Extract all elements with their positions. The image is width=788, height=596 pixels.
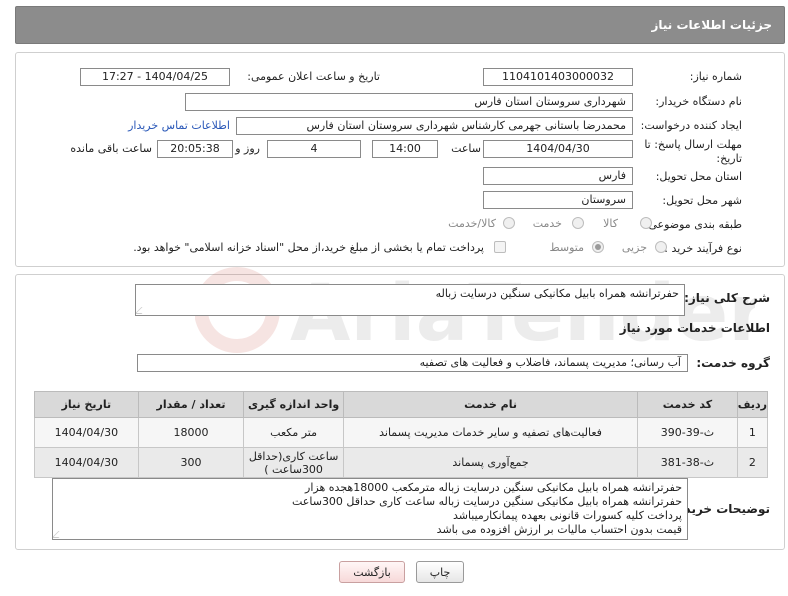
- need-number-field: 1104101403000032: [483, 68, 633, 86]
- city-field: سروستان: [483, 191, 633, 209]
- cell-quantity: 300: [137, 447, 245, 478]
- cell-row-number: 2: [736, 447, 769, 478]
- col-service-name: نام خدمت: [342, 391, 639, 418]
- deadline-label-date: تاریخ:: [716, 152, 742, 165]
- summary-textarea[interactable]: حفرترانشه همراه بابیل مکانیکی سنگین درسا…: [135, 284, 685, 316]
- category-goods-service-radio[interactable]: [503, 217, 515, 229]
- purchase-type-label: نوع فرآیند خرید :: [664, 242, 742, 255]
- category-service-radio[interactable]: [572, 217, 584, 229]
- creator-field: محمدرضا باستانی جهرمی کارشناس شهرداری سر…: [236, 117, 633, 135]
- purchase-minor-radio[interactable]: [655, 241, 667, 253]
- days-field: 4: [267, 140, 361, 158]
- city-label: شهر محل تحویل:: [662, 194, 742, 207]
- summary-label: شرح کلی نیاز:: [684, 291, 770, 305]
- print-button-label: چاپ: [429, 565, 451, 579]
- cell-unit: ساعت کاری(حداقل 300ساعت ): [243, 447, 344, 478]
- buyer-note-line: حفرترانشه همراه بابیل مکانیکی سنگین درسا…: [292, 495, 682, 508]
- print-button[interactable]: چاپ: [416, 561, 464, 583]
- category-service-label: خدمت: [532, 217, 562, 230]
- col-need-date: تاریخ نیاز: [34, 391, 139, 418]
- col-unit: واحد اندازه گیری: [243, 391, 344, 418]
- cell-service-code: ث-38-381: [637, 447, 738, 478]
- province-field: فارس: [483, 167, 633, 185]
- creator-label: ایجاد کننده درخواست:: [640, 119, 742, 132]
- buyer-note-line: قیمت بدون احتساب مالیات بر ارزش افزوده م…: [436, 523, 682, 536]
- buyer-contact-link[interactable]: اطلاعات تماس خریدار: [128, 119, 230, 132]
- page-title: جزئیات اطلاعات نیاز: [651, 18, 772, 32]
- col-service-code: کد خدمت: [637, 391, 738, 418]
- days-label: روز و: [235, 142, 260, 155]
- purchase-medium-radio[interactable]: [592, 241, 604, 253]
- deadline-label: مهلت ارسال پاسخ: تا: [644, 138, 742, 151]
- category-goods-service-label: کالا/خدمت: [448, 217, 496, 230]
- cell-unit: متر مکعب: [243, 417, 344, 448]
- page-header: جزئیات اطلاعات نیاز: [15, 6, 785, 44]
- col-row-number: ردیف: [736, 391, 769, 418]
- table-row: 1 ث-39-390 فعالیت‌های تصفیه و سایر خدمات…: [34, 417, 769, 448]
- services-table: ردیف کد خدمت نام خدمت واحد اندازه گیری ت…: [34, 391, 769, 478]
- buyer-note-line: پرداخت کلیه کسورات قانونی بعهده پیمانکار…: [452, 509, 682, 522]
- deadline-time-field: 14:00: [372, 140, 438, 158]
- cell-need-date: 1404/04/30: [34, 447, 139, 478]
- cell-row-number: 1: [736, 417, 769, 448]
- treasury-checkbox[interactable]: [494, 241, 506, 253]
- deadline-date-field: 1404/04/30: [483, 140, 633, 158]
- remaining-time-field: 20:05:38: [157, 140, 233, 158]
- announce-label: تاریخ و ساعت اعلان عمومی:: [247, 70, 380, 83]
- table-row: 2 ث-38-381 جمع‌آوری پسماند ساعت کاری(حدا…: [34, 447, 769, 478]
- col-quantity: تعداد / مقدار: [137, 391, 245, 418]
- cell-service-code: ث-39-390: [637, 417, 738, 448]
- service-group-label: گروه خدمت:: [696, 356, 770, 370]
- services-title: اطلاعات خدمات مورد نیاز: [619, 321, 770, 335]
- buyer-note-line: حفرترانشه همراه بابیل مکانیکی سنگین درسا…: [305, 481, 682, 494]
- treasury-note: پرداخت تمام یا بخشی از مبلغ خرید،از محل …: [133, 241, 484, 254]
- buyer-org-field: شهرداری سروستان استان فارس: [185, 93, 633, 111]
- buyer-notes-textarea[interactable]: حفرترانشه همراه بابیل مکانیکی سنگین درسا…: [52, 478, 688, 540]
- purchase-minor-label: جزیی: [621, 241, 647, 254]
- buyer-org-label: نام دستگاه خریدار:: [655, 95, 742, 108]
- summary-text: حفرترانشه همراه بابیل مکانیکی سنگین درسا…: [435, 287, 679, 300]
- announce-field: 1404/04/25 - 17:27: [80, 68, 230, 86]
- cell-service-name: جمع‌آوری پسماند: [342, 447, 639, 478]
- service-group-field: آب رسانی؛ مدیریت پسماند، فاضلاب و فعالیت…: [137, 354, 688, 372]
- need-number-label: شماره نیاز:: [689, 70, 742, 83]
- category-goods-radio[interactable]: [640, 217, 652, 229]
- resize-grip-icon[interactable]: [136, 307, 149, 314]
- category-label: طبقه بندی موضوعی:: [644, 218, 742, 231]
- deadline-time-label: ساعت: [451, 142, 481, 155]
- cell-quantity: 18000: [137, 417, 245, 448]
- back-button[interactable]: بازگشت: [339, 561, 405, 583]
- cell-need-date: 1404/04/30: [34, 417, 139, 448]
- back-button-label: بازگشت: [353, 565, 391, 579]
- purchase-medium-label: متوسط: [549, 241, 584, 254]
- remaining-time-label: ساعت باقی مانده: [70, 142, 152, 155]
- province-label: استان محل تحویل:: [655, 170, 742, 183]
- table-header-row: ردیف کد خدمت نام خدمت واحد اندازه گیری ت…: [34, 391, 769, 418]
- cell-service-name: فعالیت‌های تصفیه و سایر خدمات مدیریت پسم…: [342, 417, 639, 448]
- category-goods-label: کالا: [603, 217, 618, 230]
